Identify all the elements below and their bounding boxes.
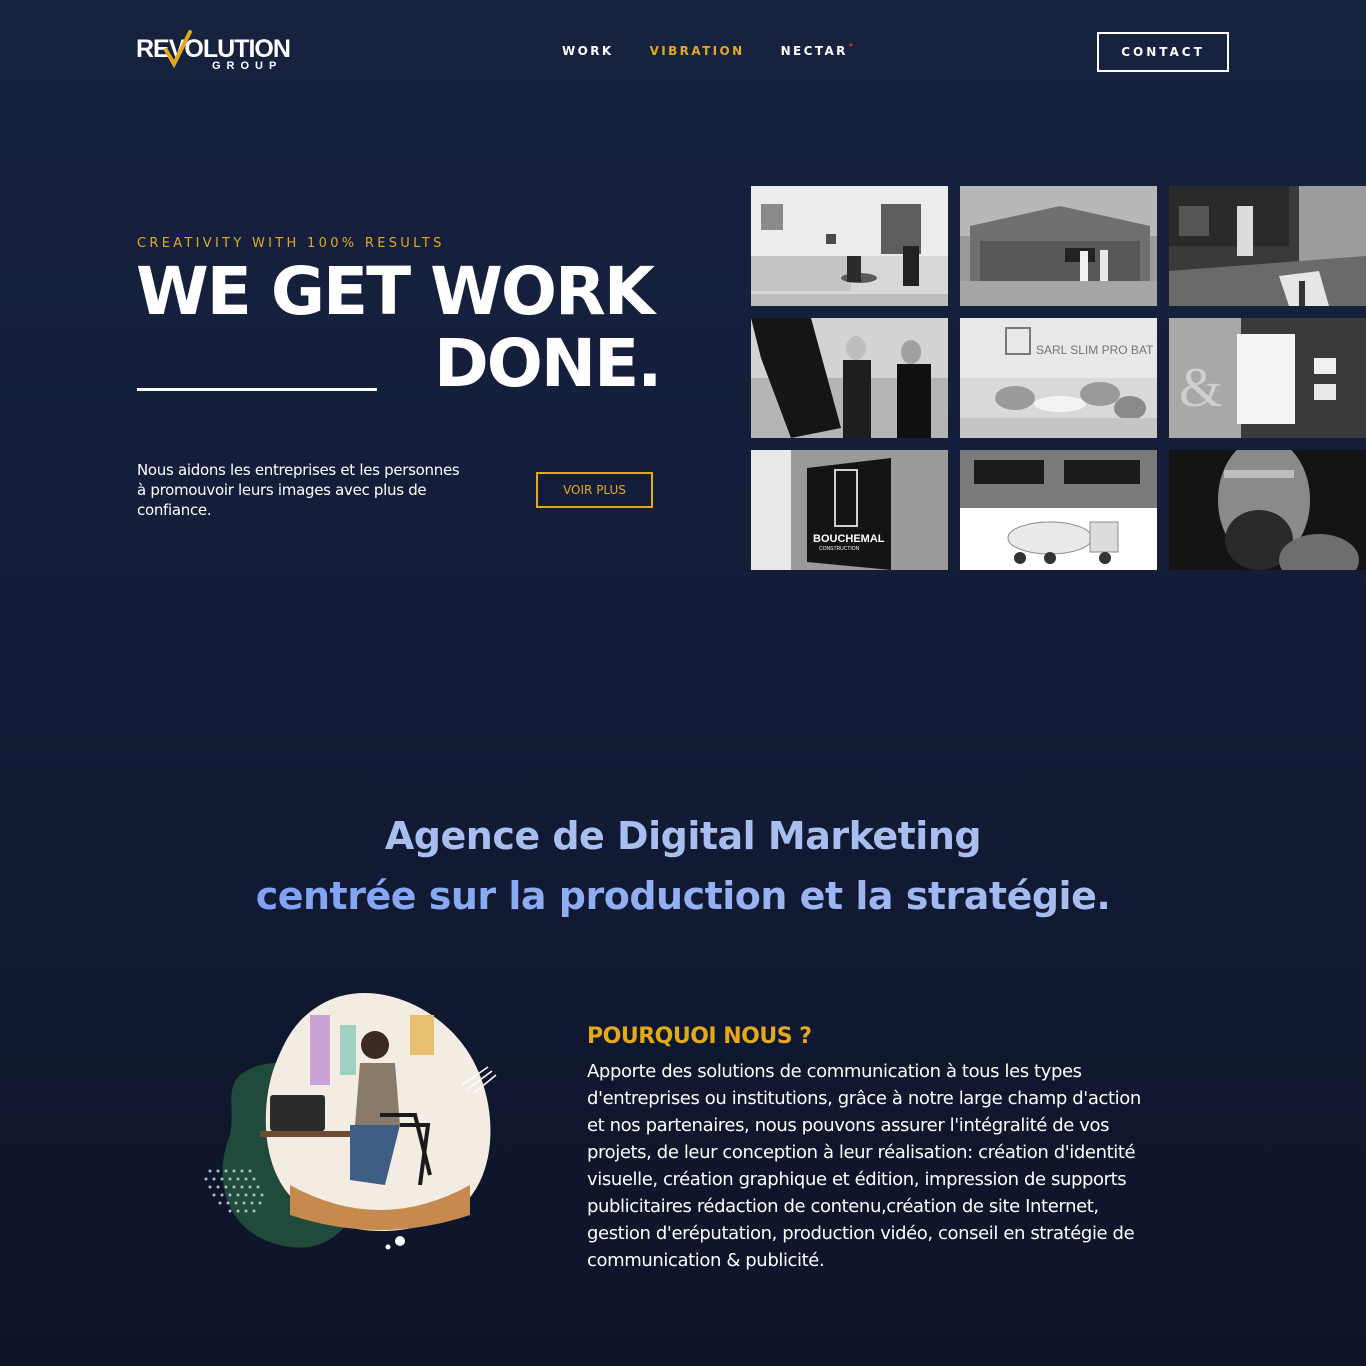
agency-heading-line1: Agence de Digital Marketing [384,814,982,858]
hero-eyebrow: CREATIVITY WITH 100% RESULTS [137,236,445,251]
office-lounge-photo-icon: SARL SLIM PRO BAT [960,318,1157,438]
why-us-description: Apporte des solutions de communication à… [587,1061,1141,1271]
gallery-tile[interactable]: & [1169,318,1366,438]
living-room-photo-icon [751,186,948,306]
nav-item-work[interactable]: WORK [562,44,614,58]
hero-description: Nous aidons les entreprises et les perso… [137,461,460,519]
voir-plus-button[interactable]: VOIR PLUS [536,472,653,508]
portfolio-gallery: SARL SLIM PRO BAT & BOUCHEMAL CONSTRUCTI… [751,186,1366,570]
contact-button[interactable]: CONTACT [1097,32,1229,72]
bouchemal-caption: BOUCHEMAL [813,533,885,545]
nectar-badge: * [848,42,856,51]
why-us-title: POURQUOI NOUS ? [587,1024,812,1049]
sign-mockup-photo-icon: BOUCHEMAL CONSTRUCTION [751,450,948,570]
gallery-tile[interactable] [960,450,1157,570]
main-nav: WORK VIBRATION NECTAR * [562,42,856,58]
gallery-tile[interactable] [751,186,948,306]
kitchen-photo-icon [1169,186,1366,306]
construction-caption: CONSTRUCTION [819,546,860,552]
agency-heading-line2: centrée sur la production et la stratégi… [255,874,1111,918]
gallery-tile[interactable]: SARL SLIM PRO BAT [960,318,1157,438]
nav-item-nectar[interactable]: NECTAR * [781,42,856,58]
building-exterior-photo-icon [960,186,1157,306]
nav-item-vibration[interactable]: VIBRATION [650,44,745,58]
workspace-illustration-icon [204,993,497,1250]
hero-divider [137,388,377,391]
logo-subtitle: GROUP [212,60,283,72]
brand-logo[interactable]: REVOLUTION GROUP [136,30,296,78]
truck-branding-photo-icon [960,450,1157,570]
slim-pro-bat-caption: SARL SLIM PRO BAT [1036,343,1154,357]
fashion-models-photo-icon [751,318,948,438]
hero-headline-line2: DONE. [434,325,662,402]
gallery-tile[interactable] [751,318,948,438]
gallery-tile[interactable]: BOUCHEMAL CONSTRUCTION [751,450,948,570]
gallery-tile[interactable] [1169,450,1366,570]
stationery-mockup-photo-icon: & [1169,318,1366,438]
svg-text:&: & [1179,357,1223,419]
logo-check-icon [164,30,192,69]
gallery-tile[interactable] [1169,186,1366,306]
gallery-tile[interactable] [960,186,1157,306]
portrait-photo-icon [1169,450,1366,570]
